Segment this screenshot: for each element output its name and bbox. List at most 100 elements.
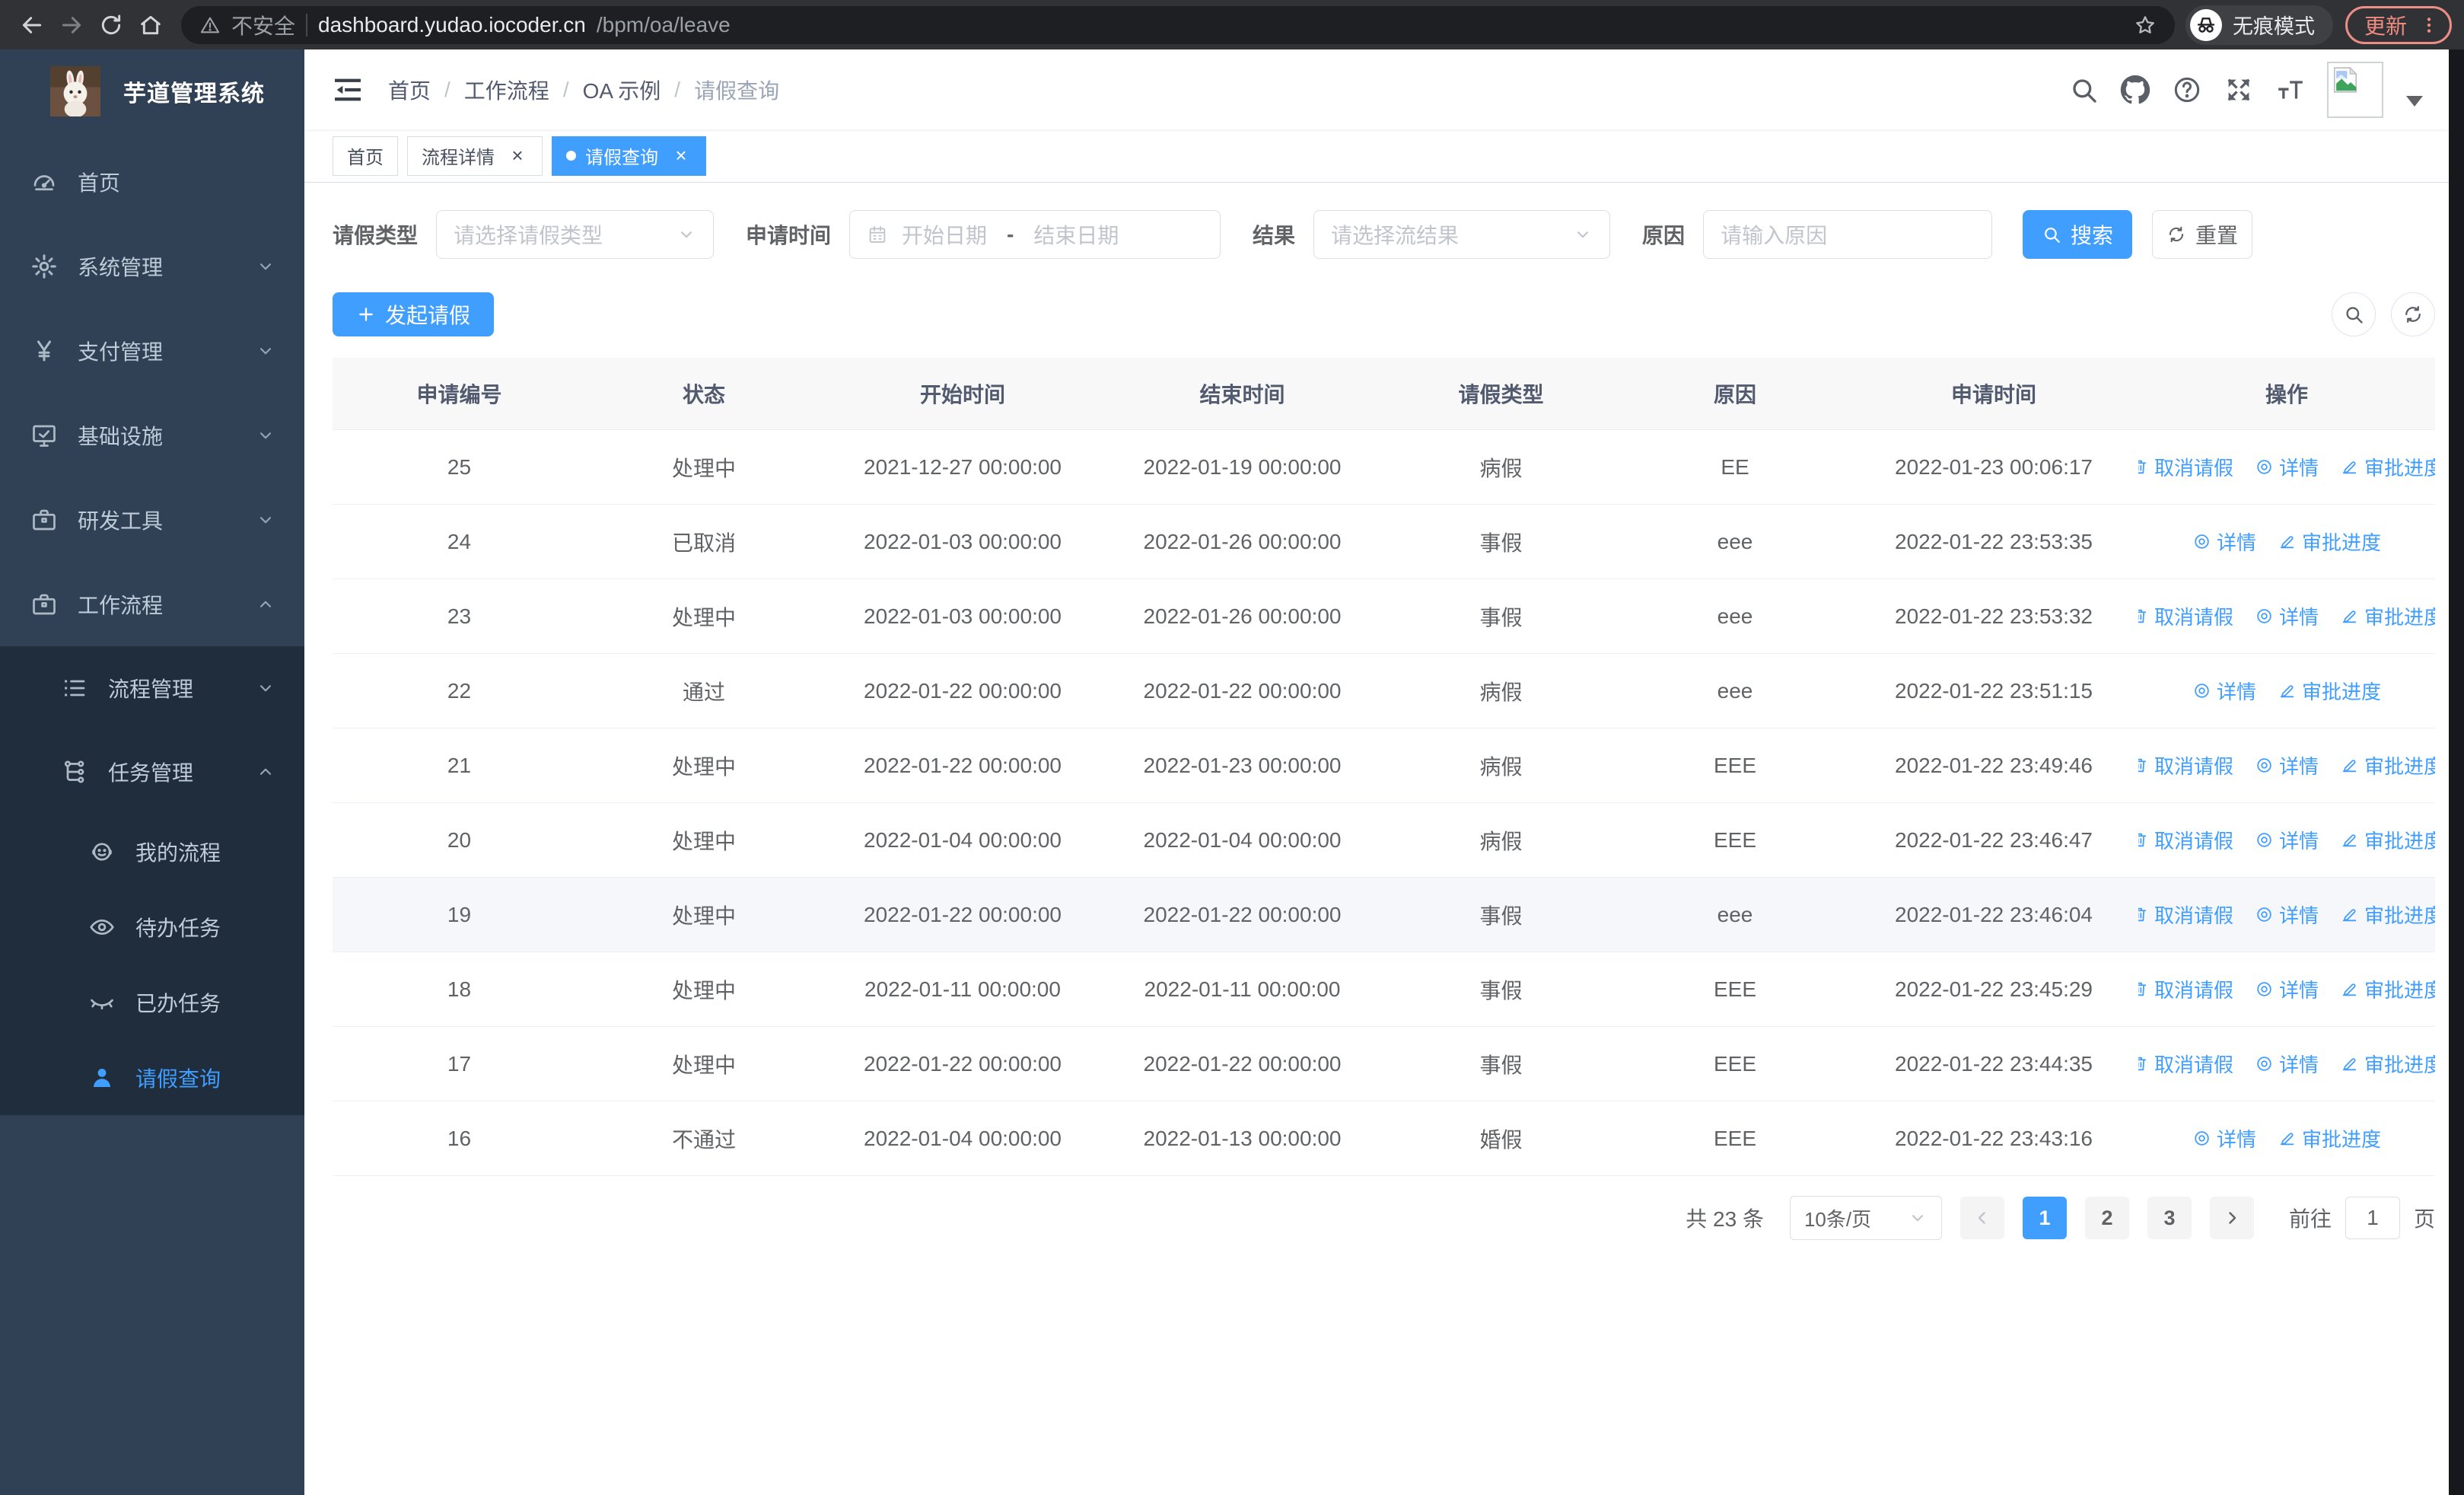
reset-button[interactable]: 重置 [2152,210,2253,259]
column-header: 申请时间 [1950,383,2036,406]
sidebar-item-label: 支付管理 [78,339,164,364]
view-icon [2192,681,2211,700]
eye-icon [88,913,116,941]
action-cancel-link[interactable]: 取消请假 [2138,1050,2233,1078]
action-cancel-link[interactable]: 取消请假 [2138,602,2233,630]
action-detail-link[interactable]: 详情 [2255,826,2319,854]
reason-input[interactable]: 请输入原因 [1703,210,1993,259]
sidebar-item-label: 请假查询 [135,1066,221,1091]
toggle-search-button[interactable] [2332,292,2376,336]
action-progress-link[interactable]: 审批进度 [2278,677,2381,705]
action-progress-link[interactable]: 审批进度 [2340,826,2435,854]
sidebar-item-home[interactable]: 首页 [0,139,304,224]
sidebar-item-todo-task[interactable]: 待办任务 [0,889,304,964]
browser-forward-button[interactable] [52,5,91,45]
action-progress-link[interactable]: 审批进度 [2340,602,2435,630]
tab-close-icon[interactable]: × [507,145,528,167]
refresh-table-button[interactable] [2391,292,2435,336]
list-icon [61,674,88,702]
tab-流程详情[interactable]: 流程详情 × [407,135,543,176]
result-select[interactable]: 请选择流结果 [1313,210,1611,259]
github-icon[interactable] [2120,75,2150,105]
search-button[interactable]: 搜索 [2023,210,2133,259]
action-detail-link[interactable]: 详情 [2255,453,2319,481]
action-label: 详情 [2216,1128,2256,1151]
page-button-2[interactable]: 2 [2084,1197,2129,1239]
cell-start-time: 2022-01-22 00:00:00 [864,902,1062,926]
browser-update-button[interactable]: 更新 [2345,5,2452,44]
next-page-button[interactable] [2209,1197,2254,1239]
action-cancel-link[interactable]: 取消请假 [2138,453,2233,481]
action-detail-link[interactable]: 详情 [2255,975,2319,1003]
action-detail-link[interactable]: 详情 [2255,1050,2319,1078]
action-cancel-link[interactable]: 取消请假 [2138,826,2233,854]
action-progress-link[interactable]: 审批进度 [2340,901,2435,929]
avatar-dropdown-caret-icon[interactable] [2406,95,2423,107]
action-cancel-link[interactable]: 取消请假 [2138,751,2233,779]
sidebar-item-devtools[interactable]: 研发工具 [0,477,304,562]
action-progress-link[interactable]: 审批进度 [2340,975,2435,1003]
action-detail-link[interactable]: 详情 [2192,1124,2256,1152]
reason-placeholder: 请输入原因 [1721,224,1828,247]
breadcrumb-item[interactable]: 首页 [388,75,431,105]
gear-icon [30,253,58,280]
prev-page-button[interactable] [1959,1197,2004,1239]
edit-icon [2278,681,2297,700]
breadcrumb-separator: / [562,77,569,101]
sidebar-item-payment[interactable]: 支付管理 [0,308,304,393]
sidebar-item-workflow[interactable]: 工作流程 [0,562,304,646]
leave-table: 申请编号 状态 开始时间 结束时间 请假类型 原因 申请时间 操作 25 处理中 2021-12-… [333,358,2435,1176]
tab-close-icon[interactable]: × [670,145,692,167]
help-question-icon[interactable] [2172,75,2202,105]
action-cancel-link[interactable]: 取消请假 [2138,975,2233,1003]
create-leave-button[interactable]: 发起请假 [333,292,495,336]
sidebar-fold-icon[interactable] [332,74,364,106]
tab-首页[interactable]: 首页 [333,135,398,176]
calendar-icon [867,224,888,245]
sidebar-item-leave-query[interactable]: 请假查询 [0,1040,304,1115]
action-progress-link[interactable]: 审批进度 [2340,1050,2435,1078]
action-detail-link[interactable]: 详情 [2255,751,2319,779]
apply-time-range-picker[interactable]: 开始日期 - 结束日期 [849,210,1221,259]
browser-menu-icon[interactable] [2419,15,2439,35]
page-button-3[interactable]: 3 [2147,1197,2192,1239]
page-size-select[interactable]: 10条/页 [1789,1196,1942,1240]
action-progress-link[interactable]: 审批进度 [2278,528,2381,556]
leave-type-select[interactable]: 请选择请假类型 [436,210,715,259]
header-search-icon[interactable] [2068,75,2099,105]
sidebar-item-task-mgmt[interactable]: 任务管理 [0,730,304,814]
action-progress-link[interactable]: 审批进度 [2278,1124,2381,1152]
address-bar[interactable]: 不安全 dashboard.yudao.iocoder.cn/bpm/oa/le… [181,5,2175,44]
sidebar-item-done-task[interactable]: 已办任务 [0,964,304,1040]
page-button-1[interactable]: 1 [2022,1197,2067,1239]
tab-请假查询[interactable]: 请假查询 × [552,135,706,176]
action-detail-link[interactable]: 详情 [2255,901,2319,929]
cell-id: 22 [447,678,472,703]
action-detail-link[interactable]: 详情 [2192,528,2256,556]
sidebar-item-my-process[interactable]: 我的流程 [0,814,304,889]
total-count-label: 共 23 条 [1686,1207,1764,1231]
browser-home-button[interactable] [131,5,170,45]
avatar[interactable] [2327,61,2383,118]
sidebar-item-process-mgmt[interactable]: 流程管理 [0,646,304,730]
action-cancel-link[interactable]: 取消请假 [2138,901,2233,929]
breadcrumb-item[interactable]: OA 示例 [583,75,661,105]
action-progress-link[interactable]: 审批进度 [2340,453,2435,481]
app-logo[interactable]: 芋道管理系统 [0,49,304,133]
cell-end-time: 2022-01-23 00:00:00 [1143,753,1342,777]
action-detail-link[interactable]: 详情 [2255,602,2319,630]
goto-page-input[interactable] [2345,1197,2400,1239]
fullscreen-icon[interactable] [2224,75,2254,105]
bookmark-star-icon[interactable] [2134,14,2157,37]
font-size-icon[interactable] [2275,75,2306,105]
action-detail-link[interactable]: 详情 [2192,677,2256,705]
sidebar-item-system[interactable]: 系统管理 [0,224,304,308]
column-header: 请假类型 [1458,383,1544,406]
table-row: 17 处理中 2022-01-22 00:00:00 2022-01-22 00:00… [333,1027,2435,1101]
action-progress-link[interactable]: 审批进度 [2340,751,2435,779]
breadcrumb-item[interactable]: 工作流程 [464,75,549,105]
sidebar-item-infra[interactable]: 基础设施 [0,393,304,477]
browser-back-button[interactable] [12,5,52,45]
browser-reload-button[interactable] [91,5,131,45]
cell-end-time: 2022-01-19 00:00:00 [1143,454,1342,479]
